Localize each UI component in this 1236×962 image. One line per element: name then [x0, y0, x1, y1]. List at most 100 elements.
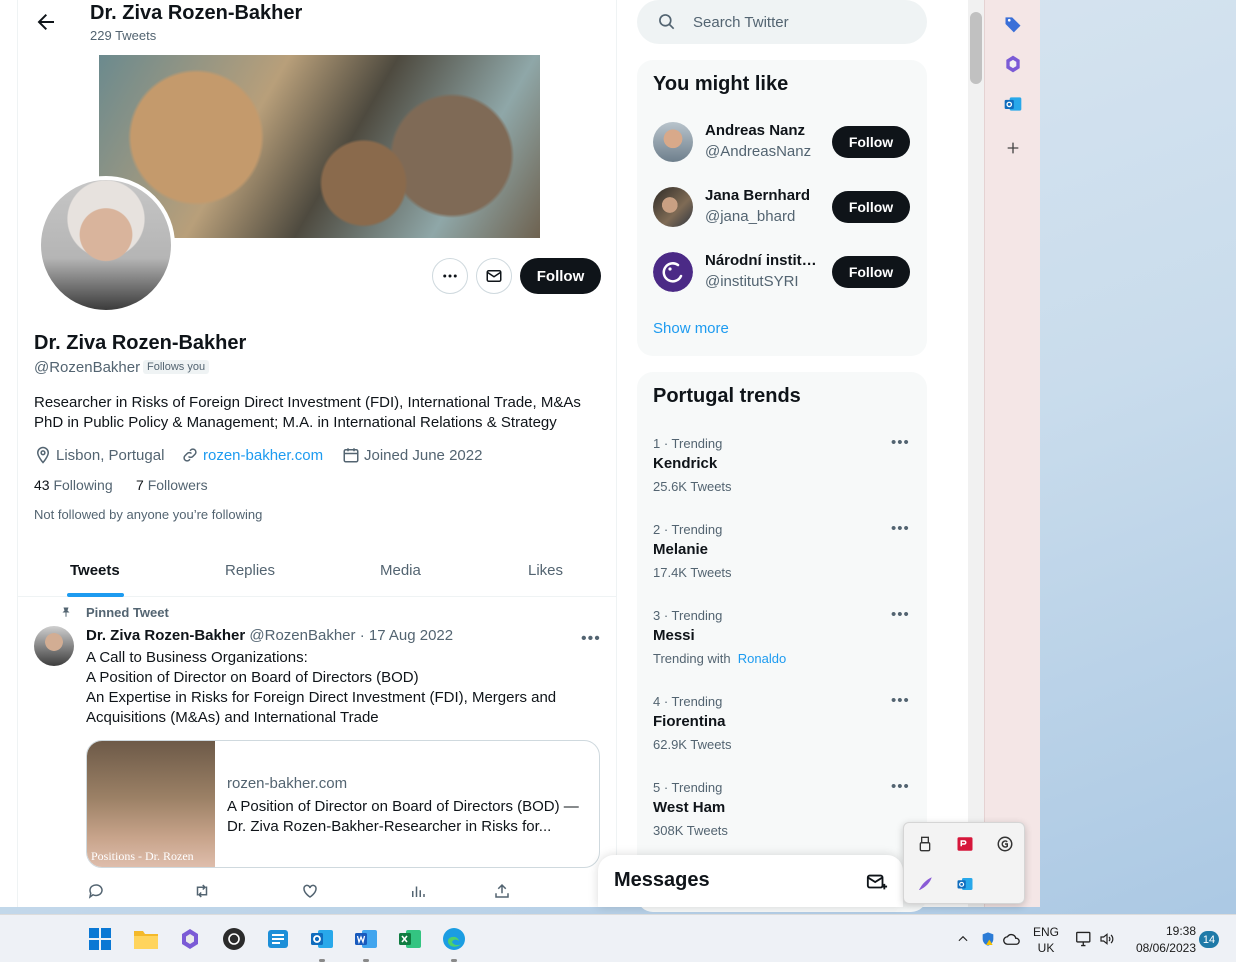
outlook-icon[interactable] — [1001, 92, 1025, 116]
office-icon[interactable] — [1001, 52, 1025, 76]
website-link[interactable]: rozen-bakher.com — [203, 447, 323, 464]
trend-item[interactable]: 1 · Trending Kendrick 25.6K Tweets ••• — [637, 434, 927, 522]
input-language-bottom[interactable]: UK — [1031, 941, 1061, 955]
scrollbar-thumb[interactable] — [970, 12, 982, 84]
trend-more-icon[interactable]: ••• — [891, 692, 910, 709]
start-button[interactable] — [84, 923, 116, 955]
message-button[interactable] — [476, 258, 512, 294]
new-message-icon[interactable] — [866, 871, 888, 893]
back-arrow-icon[interactable] — [34, 10, 58, 34]
trend-item[interactable]: 4 · Trending Fiorentina 62.9K Tweets ••• — [637, 692, 927, 780]
word-icon — [355, 930, 377, 948]
show-more-link[interactable]: Show more — [653, 320, 729, 337]
messages-title: Messages — [614, 869, 710, 891]
trend-more-icon[interactable]: ••• — [891, 520, 910, 537]
copilot-app[interactable] — [174, 923, 206, 955]
edge-browser-app[interactable] — [438, 923, 470, 962]
quill-pen-icon[interactable] — [905, 864, 945, 904]
avatar[interactable] — [653, 187, 693, 227]
suggested-user[interactable]: Národní institut SYRI @institutSYRI Foll… — [637, 242, 927, 302]
tweet-date[interactable]: · 17 Aug 2022 — [360, 627, 453, 644]
obs-app[interactable] — [218, 923, 250, 955]
tab-replies[interactable]: Replies — [225, 562, 275, 579]
network-icon[interactable] — [1075, 931, 1093, 947]
suggested-user[interactable]: Andreas Nanz @AndreasNanz Follow — [637, 112, 927, 172]
file-explorer-app[interactable] — [130, 923, 162, 955]
tab-likes[interactable]: Likes — [528, 562, 563, 579]
followers-count-link[interactable]: 7 Followers — [136, 477, 208, 493]
trends-panel: Portugal trends 1 · Trending Kendrick 25… — [637, 372, 927, 912]
tweet-more-icon[interactable]: ••• — [581, 630, 601, 648]
link-card-title: A Position of Director on Board of Direc… — [227, 798, 579, 835]
trend-more-icon[interactable]: ••• — [891, 434, 910, 451]
notification-count-badge[interactable]: 14 — [1199, 931, 1219, 948]
trend-related-link[interactable]: Ronaldo — [738, 651, 786, 666]
share-icon[interactable] — [493, 882, 511, 900]
analytics-icon[interactable] — [409, 882, 427, 900]
suggested-user[interactable]: Jana Bernhard @jana_bhard Follow — [637, 177, 927, 237]
messages-drawer[interactable]: Messages — [598, 855, 903, 907]
reply-icon[interactable] — [87, 882, 105, 900]
more-options-button[interactable] — [432, 258, 468, 294]
excel-app[interactable] — [394, 923, 426, 955]
follow-button[interactable]: Follow — [832, 256, 910, 288]
suggested-user-name[interactable]: Jana Bernhard — [705, 187, 825, 204]
trend-name: Kendrick — [653, 455, 718, 472]
word-app[interactable] — [350, 923, 382, 962]
clock-date[interactable]: 08/06/2023 — [1126, 941, 1196, 955]
tweet-author[interactable]: Dr. Ziva Rozen-Bakher — [86, 627, 245, 644]
trend-count: 25.6K Tweets — [653, 479, 732, 494]
header-name: Dr. Ziva Rozen-Bakher — [90, 2, 303, 24]
avatar[interactable] — [653, 252, 693, 292]
page-scrollbar[interactable] — [968, 0, 984, 907]
search-icon — [659, 14, 675, 30]
search-input[interactable] — [693, 0, 913, 44]
clock-time[interactable]: 19:38 — [1126, 924, 1196, 938]
trend-count: 62.9K Tweets — [653, 737, 732, 752]
link-icon — [183, 448, 197, 462]
tab-media[interactable]: Media — [380, 562, 421, 579]
shopping-tag-icon[interactable] — [1001, 12, 1025, 36]
suggested-user-name[interactable]: Národní institut SYRI — [705, 252, 825, 269]
profile-name: Dr. Ziva Rozen-Bakher — [34, 332, 247, 354]
trend-item[interactable]: 2 · Trending Melanie 17.4K Tweets ••• — [637, 520, 927, 608]
trend-item[interactable]: 5 · Trending West Ham 308K Tweets ••• — [637, 778, 927, 866]
usb-drive-icon[interactable] — [905, 824, 945, 864]
trend-count: 308K Tweets — [653, 823, 728, 838]
like-heart-icon[interactable] — [301, 882, 319, 900]
tweet-handle[interactable]: @RozenBakher — [249, 627, 355, 644]
add-icon[interactable] — [1001, 136, 1025, 160]
follow-button[interactable]: Follow — [832, 191, 910, 223]
pin-icon — [62, 607, 70, 617]
retweet-icon[interactable] — [193, 882, 211, 900]
pdf-app-icon[interactable] — [945, 824, 985, 864]
trend-meta: 5 · Trending — [653, 780, 723, 795]
trend-item[interactable]: 3 · Trending Messi Trending with Ronaldo… — [637, 606, 927, 694]
onedrive-cloud-icon[interactable] — [1003, 932, 1021, 946]
following-count-link[interactable]: 43 Following — [34, 477, 113, 493]
volume-icon[interactable] — [1099, 931, 1115, 947]
grammarly-icon[interactable] — [985, 824, 1025, 864]
news-app[interactable] — [262, 923, 294, 955]
trend-name: Melanie — [653, 541, 709, 558]
tab-tweets[interactable]: Tweets — [70, 562, 120, 579]
trend-more-icon[interactable]: ••• — [891, 606, 910, 623]
chevron-up-icon[interactable] — [956, 932, 970, 946]
tweet-header: Dr. Ziva Rozen-Bakher @RozenBakher · 17 … — [86, 627, 453, 644]
suggested-user-name[interactable]: Andreas Nanz — [705, 122, 825, 139]
trend-more-icon[interactable]: ••• — [891, 778, 910, 795]
tweet-avatar[interactable] — [34, 626, 74, 666]
pinned-tweet[interactable]: Pinned Tweet Dr. Ziva Rozen-Bakher @Roze… — [18, 598, 616, 907]
follow-button[interactable]: Follow — [520, 258, 601, 294]
link-card[interactable]: Positions - Dr. Rozen rozen-bakher.com A… — [86, 740, 600, 868]
trend-name: West Ham — [653, 799, 726, 816]
profile-avatar[interactable] — [37, 176, 175, 314]
outlook-app[interactable] — [306, 923, 338, 962]
outlook-tray-icon[interactable] — [945, 864, 985, 904]
trend-context-label: Trending with — [653, 651, 731, 666]
input-language-top[interactable]: ENG — [1031, 925, 1061, 939]
security-shield-icon[interactable] — [980, 930, 996, 948]
follow-button[interactable]: Follow — [832, 126, 910, 158]
avatar[interactable] — [653, 122, 693, 162]
outlook-icon — [311, 930, 333, 948]
